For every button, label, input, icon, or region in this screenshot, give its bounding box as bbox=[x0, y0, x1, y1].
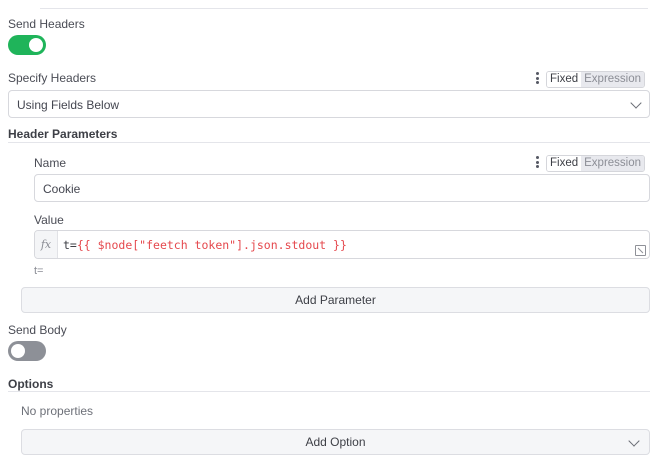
send-body-toggle[interactable] bbox=[8, 341, 46, 361]
expression-prefix: t= bbox=[63, 238, 77, 252]
chevron-down-icon bbox=[630, 97, 642, 109]
send-headers-label: Send Headers bbox=[8, 17, 85, 31]
mode-fixed-button[interactable]: Fixed bbox=[547, 72, 582, 87]
mode-expression-button[interactable]: Expression bbox=[581, 156, 645, 171]
expand-editor-icon[interactable] bbox=[635, 245, 646, 256]
specify-headers-label: Specify Headers bbox=[8, 71, 97, 85]
mode-expression-button[interactable]: Expression bbox=[581, 72, 645, 87]
section-divider bbox=[8, 391, 650, 392]
fx-icon: fx bbox=[35, 231, 58, 258]
send-headers-toggle[interactable] bbox=[8, 35, 46, 55]
more-options-icon[interactable] bbox=[536, 72, 539, 86]
header-name-input[interactable]: Cookie bbox=[34, 174, 650, 202]
add-option-label: Add Option bbox=[305, 435, 366, 449]
more-options-icon[interactable] bbox=[536, 156, 539, 170]
header-parameters-title: Header Parameters bbox=[8, 127, 118, 141]
specify-headers-value: Using Fields Below bbox=[17, 98, 120, 112]
value-label: Value bbox=[34, 213, 64, 227]
name-mode-toggle: Fixed Expression bbox=[546, 155, 646, 172]
specify-headers-mode-toggle: Fixed Expression bbox=[546, 71, 646, 88]
options-title: Options bbox=[8, 377, 54, 391]
send-body-label: Send Body bbox=[8, 323, 67, 337]
name-label: Name bbox=[34, 156, 67, 170]
header-value-expression-input[interactable]: fx t={{ $node["feetch token"].json.stdou… bbox=[34, 230, 650, 259]
chevron-down-icon bbox=[628, 435, 640, 447]
toggle-knob bbox=[11, 344, 25, 358]
add-option-button[interactable]: Add Option bbox=[21, 429, 650, 455]
header-name-value: Cookie bbox=[43, 182, 81, 196]
top-divider bbox=[40, 8, 648, 9]
toggle-knob bbox=[29, 38, 43, 52]
no-properties-text: No properties bbox=[21, 404, 94, 418]
section-divider bbox=[8, 142, 650, 143]
specify-headers-select[interactable]: Using Fields Below bbox=[8, 90, 650, 118]
expression-text: t={{ $node["feetch token"].json.stdout }… bbox=[63, 238, 347, 252]
mode-fixed-button[interactable]: Fixed bbox=[547, 156, 582, 171]
add-parameter-button[interactable]: Add Parameter bbox=[21, 287, 650, 313]
expression-code: {{ $node["feetch token"].json.stdout }} bbox=[76, 238, 347, 252]
expression-preview: t= bbox=[34, 265, 44, 277]
